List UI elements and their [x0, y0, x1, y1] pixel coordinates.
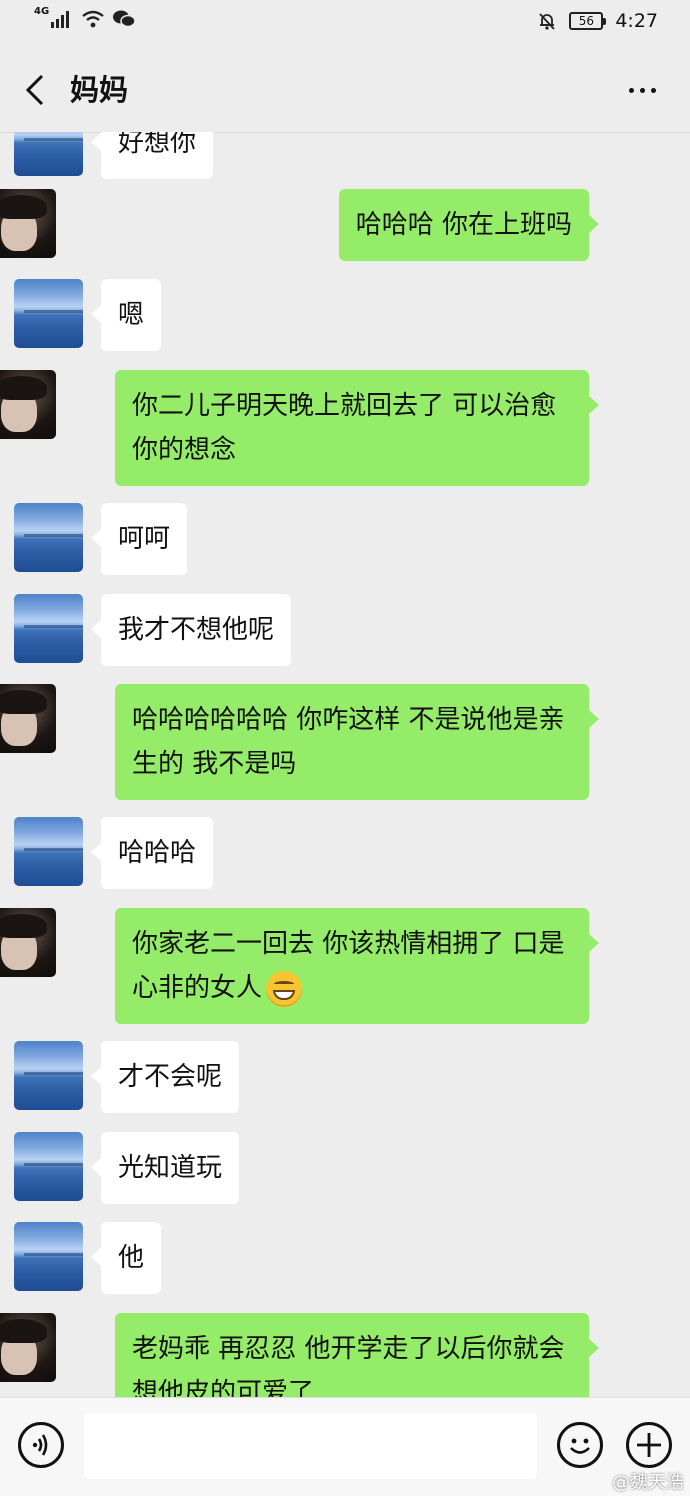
message-outgoing: 哈哈哈 你在上班吗	[0, 189, 690, 261]
message-incoming: 他	[0, 1222, 690, 1294]
avatar-mom[interactable]	[14, 1132, 83, 1201]
chat-header: 妈妈	[0, 48, 690, 133]
smiley-icon	[570, 1438, 590, 1454]
chat-title: 妈妈	[70, 73, 129, 107]
dot-icon	[628, 87, 634, 93]
message-bubble[interactable]: 老妈乖 再忍忍 他开学走了以后你就会想他皮的可爱了	[115, 1313, 599, 1397]
chevron-left-icon	[25, 74, 44, 106]
message-bubble[interactable]: 我才不想他呢	[90, 594, 292, 666]
mute-bell-icon	[539, 13, 555, 30]
message-outgoing: 老妈乖 再忍忍 他开学走了以后你就会想他皮的可爱了	[0, 1313, 690, 1397]
dot-icon	[650, 87, 656, 93]
message-bubble[interactable]: 才不会呢	[90, 1041, 240, 1113]
message-bubble[interactable]: 你家老二一回去 你该热情相拥了 口是心非的女人	[115, 908, 599, 1024]
back-button[interactable]	[16, 70, 56, 110]
message-incoming: 才不会呢	[0, 1041, 690, 1113]
avatar-mom[interactable]	[14, 594, 83, 663]
message-bubble[interactable]: 你二儿子明天晚上就回去了 可以治愈你的想念	[115, 370, 599, 486]
message-bubble[interactable]: 他	[90, 1222, 162, 1294]
avatar-me[interactable]	[0, 684, 56, 753]
avatar-mom[interactable]	[14, 132, 83, 176]
avatar-mom[interactable]	[14, 503, 83, 572]
grinning-face-emoji-icon	[266, 970, 303, 1007]
message-incoming: 我才不想他呢	[0, 594, 690, 666]
message-bubble[interactable]: 好想你	[90, 132, 214, 179]
avatar-me[interactable]	[0, 1313, 56, 1382]
voice-icon	[32, 1434, 48, 1456]
avatar-mom[interactable]	[14, 279, 83, 348]
message-text: 你家老二一回去 你该热情相拥了 口是心非的女人	[132, 929, 565, 1003]
plus-icon	[637, 1433, 661, 1457]
avatar-mom[interactable]	[14, 817, 83, 886]
message-input[interactable]	[84, 1413, 537, 1479]
message-list[interactable]: 好想你 哈哈哈 你在上班吗 嗯 你二儿子明天晚上就回去了 可以治愈你的想念 呵呵…	[0, 132, 690, 1397]
status-right: 56 4:27	[537, 10, 658, 32]
input-bar: @魏天浩	[0, 1397, 690, 1496]
message-bubble[interactable]: 嗯	[90, 279, 162, 351]
message-bubble[interactable]: 哈哈哈	[90, 817, 214, 889]
wechat-icon	[113, 10, 136, 28]
message-outgoing: 你家老二一回去 你该热情相拥了 口是心非的女人	[0, 908, 690, 1024]
status-time: 4:27	[615, 10, 658, 32]
message-outgoing: 哈哈哈哈哈哈 你咋这样 不是说他是亲生的 我不是吗	[0, 684, 690, 800]
message-bubble[interactable]: 哈哈哈哈哈哈 你咋这样 不是说他是亲生的 我不是吗	[115, 684, 599, 800]
wifi-icon	[82, 10, 104, 28]
watermark: @魏天浩	[612, 1472, 684, 1493]
message-incoming: 呵呵	[0, 503, 690, 575]
dot-icon	[639, 87, 645, 93]
message-bubble[interactable]: 呵呵	[90, 503, 188, 575]
more-options-button[interactable]	[622, 72, 662, 108]
battery-indicator: 56	[569, 12, 607, 30]
avatar-mom[interactable]	[14, 1041, 83, 1110]
avatar-me[interactable]	[0, 189, 56, 258]
emoji-button[interactable]	[557, 1422, 603, 1468]
voice-input-button[interactable]	[18, 1422, 64, 1468]
status-left: 4G	[34, 6, 136, 28]
avatar-mom[interactable]	[14, 1222, 83, 1291]
network-type: 4G	[34, 5, 50, 17]
message-bubble[interactable]: 光知道玩	[90, 1132, 240, 1204]
message-incoming: 光知道玩	[0, 1132, 690, 1204]
message-incoming: 哈哈哈	[0, 817, 690, 889]
signal-icon	[51, 11, 70, 28]
message-bubble[interactable]: 哈哈哈 你在上班吗	[338, 189, 600, 261]
avatar-me[interactable]	[0, 908, 56, 977]
message-incoming: 好想你	[0, 132, 690, 179]
message-outgoing: 你二儿子明天晚上就回去了 可以治愈你的想念	[0, 370, 690, 486]
message-incoming: 嗯	[0, 279, 690, 351]
more-functions-button[interactable]	[626, 1422, 672, 1468]
status-bar: 4G 56 4:27	[0, 0, 690, 48]
avatar-me[interactable]	[0, 370, 56, 439]
